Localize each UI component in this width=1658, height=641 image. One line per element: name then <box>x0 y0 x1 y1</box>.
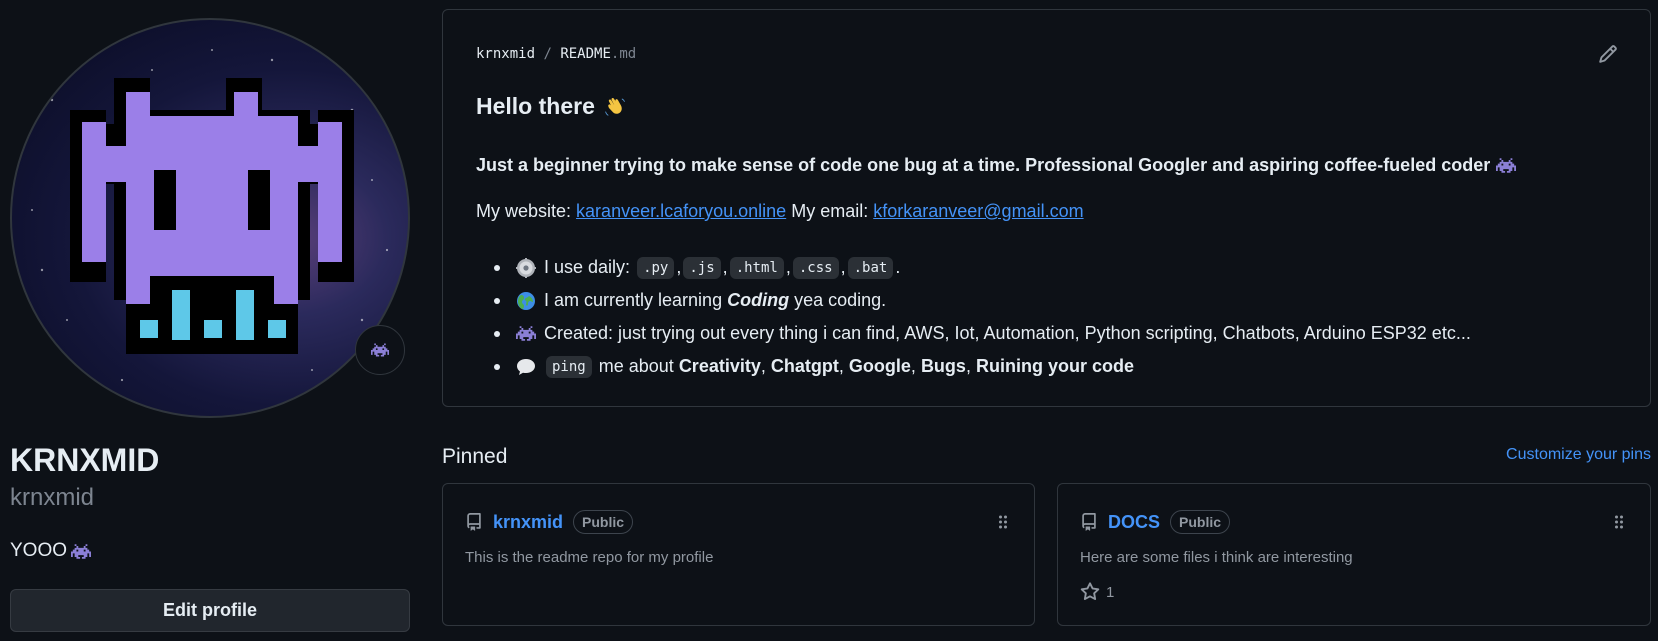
repo-stars-link[interactable]: 1 <box>1080 582 1114 602</box>
learning-suffix: yea coding. <box>794 290 887 310</box>
created-text: Created: just trying out every thing i c… <box>544 323 1471 343</box>
drag-handle[interactable] <box>1614 514 1624 535</box>
website-link[interactable]: karanveer.lcaforyou.online <box>576 201 786 221</box>
learning-prefix: I am currently learning <box>544 290 723 310</box>
code-bat: .bat <box>847 256 894 279</box>
code-html: .html <box>729 256 784 279</box>
pixel-invader-avatar <box>31 49 389 382</box>
tagline-text: Just a beginner trying to make sense of … <box>476 155 1491 175</box>
star-icon <box>1080 582 1100 601</box>
period: . <box>895 257 901 277</box>
grabber-icon <box>999 515 1007 529</box>
separator: , <box>840 257 846 277</box>
separator: , <box>785 257 791 277</box>
code-css: .css <box>792 256 839 279</box>
repo-description: Here are some files i think are interest… <box>1080 549 1353 566</box>
breadcrumb-separator: / <box>543 46 552 62</box>
readme-file-ext: .md <box>610 46 637 62</box>
edit-readme-button[interactable] <box>1598 44 1618 69</box>
list-item-ping: ping me about Creativity, Chatgpt, Googl… <box>476 350 1471 383</box>
waving-hand-icon <box>605 97 625 116</box>
separator: , <box>965 356 971 376</box>
repo-name-link[interactable]: krnxmid <box>493 512 563 533</box>
email-label: My email: <box>791 201 869 221</box>
readme-bullet-list: I use daily: .py, .js, .html, .css, .bat… <box>476 251 1471 383</box>
profile-fullname: KRNXMID <box>10 442 160 478</box>
code-js: .js <box>683 256 721 279</box>
alien-monster-icon <box>371 343 389 357</box>
website-label: My website: <box>476 201 572 221</box>
repo-description: This is the readme repo for my profile <box>465 549 714 566</box>
list-item-created: Created: just trying out every thing i c… <box>476 317 1471 350</box>
topic-creativity: Creativity <box>678 356 761 376</box>
topic-google: Google <box>848 356 911 376</box>
readme-file-name[interactable]: README <box>560 46 611 62</box>
bio-text: YOOO <box>10 540 68 561</box>
repo-icon <box>467 513 481 531</box>
separator: , <box>676 257 682 277</box>
star-count: 1 <box>1106 583 1115 601</box>
separator: , <box>760 356 766 376</box>
grabber-icon <box>1615 515 1623 529</box>
readme-tagline: Just a beginner trying to make sense of … <box>476 155 1517 176</box>
repo-header: DOCS Public <box>1080 510 1231 534</box>
repo-icon <box>1082 513 1096 531</box>
readme-breadcrumb: krnxmid / README.md <box>476 46 636 62</box>
edit-profile-button[interactable]: Edit profile <box>10 589 410 632</box>
readme-heading-text: Hello there <box>476 93 595 119</box>
topic-bugs: Bugs <box>920 356 966 376</box>
pencil-icon <box>1599 45 1617 63</box>
readme-contact-line: My website: karanveer.lcaforyou.online M… <box>476 201 1084 222</box>
customize-pins-link[interactable]: Customize your pins <box>1506 446 1651 464</box>
visibility-badge: Public <box>573 510 634 534</box>
gear-icon <box>516 257 536 278</box>
separator: , <box>722 257 728 277</box>
readme-owner-link[interactable]: krnxmid <box>476 46 535 62</box>
pinned-repo-card: krnxmid Public This is the readme repo f… <box>442 483 1035 626</box>
list-item-learning: I am currently learning Coding yea codin… <box>476 284 1471 317</box>
email-link[interactable]: kforkaranveer@gmail.com <box>873 201 1083 221</box>
repo-header: krnxmid Public <box>465 510 634 534</box>
separator: , <box>838 356 844 376</box>
code-ping: ping <box>546 355 592 378</box>
topic-ruining-code: Ruining your code <box>975 356 1134 376</box>
list-item-daily: I use daily: .py, .js, .html, .css, .bat… <box>476 251 1471 284</box>
readme-heading: Hello there <box>476 93 627 120</box>
drag-handle[interactable] <box>998 514 1008 535</box>
pinned-heading: Pinned <box>442 445 508 468</box>
ping-text: me about <box>598 356 674 376</box>
pinned-repo-card: DOCS Public Here are some files i think … <box>1057 483 1651 626</box>
alien-monster-icon <box>1496 158 1517 173</box>
code-py: .py <box>637 256 675 279</box>
profile-bio: YOOO <box>10 540 92 562</box>
speech-bubble-icon <box>516 358 536 376</box>
profile-readme: krnxmid / README.md Hello there Just a b… <box>442 9 1651 407</box>
globe-icon <box>516 291 536 311</box>
alien-monster-icon <box>71 543 92 559</box>
repo-name-link[interactable]: DOCS <box>1108 512 1160 533</box>
alien-monster-icon <box>516 326 536 341</box>
separator: , <box>910 356 916 376</box>
learning-emphasis: Coding <box>727 290 790 310</box>
profile-username: krnxmid <box>10 484 95 511</box>
profile-avatar[interactable] <box>10 18 410 418</box>
daily-text: I use daily: <box>544 257 631 277</box>
topic-chatgpt: Chatgpt <box>770 356 839 376</box>
status-button[interactable] <box>355 325 405 375</box>
visibility-badge: Public <box>1170 510 1231 534</box>
